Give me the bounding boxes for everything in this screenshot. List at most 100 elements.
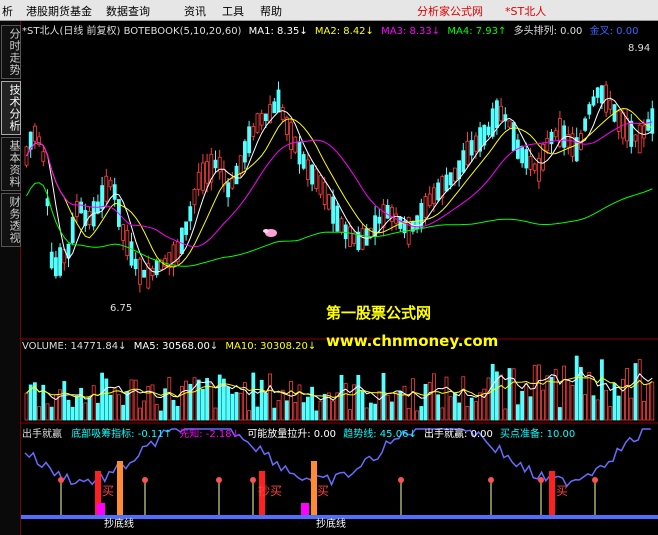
signal-arrow-icon: [216, 477, 222, 483]
candle-body: [528, 156, 533, 170]
signal-arrow-icon: [398, 477, 404, 483]
volume-bar: [280, 389, 285, 421]
volume-bar: [595, 399, 600, 421]
ind-value-5: 10.00: [546, 429, 576, 440]
menu-item-news[interactable]: 资讯: [184, 3, 206, 19]
candle-body: [171, 244, 176, 268]
volume-bar: [558, 407, 562, 421]
volume-bar: [75, 395, 79, 421]
menu-item-tools[interactable]: 工具: [222, 3, 244, 19]
volume-bar: [423, 383, 428, 421]
site-link[interactable]: 分析家公式网: [417, 3, 483, 19]
volume-bar: [188, 383, 193, 421]
indicator-header: 出手就赢 底部吸筹指标: -0.11↑ 先知: -2.18↓ 可能放量拉升: 0…: [22, 429, 576, 440]
candle-body: [465, 140, 470, 166]
tab-technical[interactable]: 技术分析: [1, 81, 21, 135]
menu-item-hk-futures[interactable]: 港股期货基金: [26, 3, 92, 19]
ma1-label: MA1:: [248, 26, 274, 37]
menu-item-analysis[interactable]: 析: [2, 3, 13, 19]
menu-item-help[interactable]: 帮助: [260, 3, 282, 19]
volume-label: VOLUME:: [22, 341, 68, 352]
volume-bar: [604, 389, 608, 421]
volume-bar: [478, 392, 483, 421]
signal-label-0: 买: [102, 484, 115, 498]
volume-bar: [209, 383, 214, 421]
volume-bar: [444, 376, 449, 421]
ind-label-0: 底部吸筹指标:: [71, 429, 135, 440]
ma4-value: 7.93: [475, 26, 499, 37]
volume-bar: [600, 359, 604, 421]
candle-body: [242, 141, 247, 163]
menu-item-data-query[interactable]: 数据查询: [106, 3, 150, 19]
candle-body: [251, 126, 256, 137]
volume-bar: [234, 392, 239, 421]
volume-bar: [364, 407, 369, 421]
volume-bar: [104, 378, 109, 421]
candle-body: [188, 206, 193, 222]
volume-bar: [83, 402, 88, 421]
signal-arrow-icon: [592, 477, 598, 483]
volume-bar: [171, 399, 176, 421]
volume-bar: [184, 380, 189, 421]
candle-body: [305, 159, 310, 181]
volume-bar: [360, 390, 365, 421]
volume-bar: [637, 359, 642, 421]
bottom-label-1: 抄底线: [316, 519, 346, 530]
candle-body: [310, 164, 315, 185]
volume-value: 14771.84: [70, 341, 119, 352]
candle-body: [41, 151, 46, 162]
volume-bar: [650, 381, 655, 421]
volume-bar: [49, 406, 54, 421]
volume-bar: [574, 355, 579, 421]
tab-fundamentals[interactable]: 基本资料: [1, 137, 21, 191]
ind-value-1: -2.18: [205, 429, 232, 440]
vol-ma5-label: MA5:: [133, 341, 159, 352]
ind-label-5: 买点准备:: [500, 429, 544, 440]
volume-bar: [255, 406, 260, 421]
volume-bar: [154, 404, 159, 421]
volume-bar: [331, 400, 336, 421]
volume-bar: [142, 400, 146, 421]
volume-bar: [293, 401, 298, 421]
stock-chart[interactable]: [21, 21, 658, 535]
volume-bar: [545, 375, 550, 421]
volume-bar: [226, 386, 231, 421]
watermark-url[interactable]: www.chnmoney.com: [326, 332, 498, 350]
volume-bar: [537, 364, 541, 421]
candle-body: [289, 122, 294, 151]
candle-body: [389, 206, 394, 222]
candle-body: [58, 247, 62, 276]
tab-intraday[interactable]: 分时走势: [1, 25, 21, 79]
candle-body: [276, 89, 281, 113]
volume-bar: [301, 402, 306, 421]
candle-body: [423, 196, 428, 218]
volume-bar: [192, 377, 197, 421]
volume-bar: [419, 406, 424, 421]
candle-body: [293, 136, 298, 153]
volume-bar: [507, 368, 512, 421]
volume-bar: [436, 394, 441, 421]
volume-bar: [461, 376, 466, 421]
signal-arrow-icon: [58, 477, 64, 483]
candle-body: [125, 230, 130, 256]
volume-bar: [37, 406, 42, 421]
volume-bar: [263, 392, 268, 421]
volume-bar: [217, 374, 222, 421]
ind-label-4: 出手就赢:: [424, 429, 468, 440]
signal-arrow-icon: [142, 477, 148, 483]
tab-financials[interactable]: 财务透视: [1, 193, 21, 247]
volume-bar: [259, 379, 264, 421]
volume-bar: [138, 407, 142, 421]
volume-bar: [448, 396, 453, 421]
candle-body: [343, 224, 348, 240]
ma3-value: 8.33: [409, 26, 432, 37]
candle-body: [587, 104, 592, 115]
volume-bar: [377, 391, 382, 421]
candle-body: [129, 241, 134, 266]
volume-bar: [297, 384, 302, 421]
volume-bar: [108, 394, 113, 421]
candle-body: [583, 118, 587, 131]
candle-body: [318, 175, 323, 195]
vol-ma5-value: 30568.00: [162, 341, 210, 352]
volume-bar: [515, 404, 520, 421]
